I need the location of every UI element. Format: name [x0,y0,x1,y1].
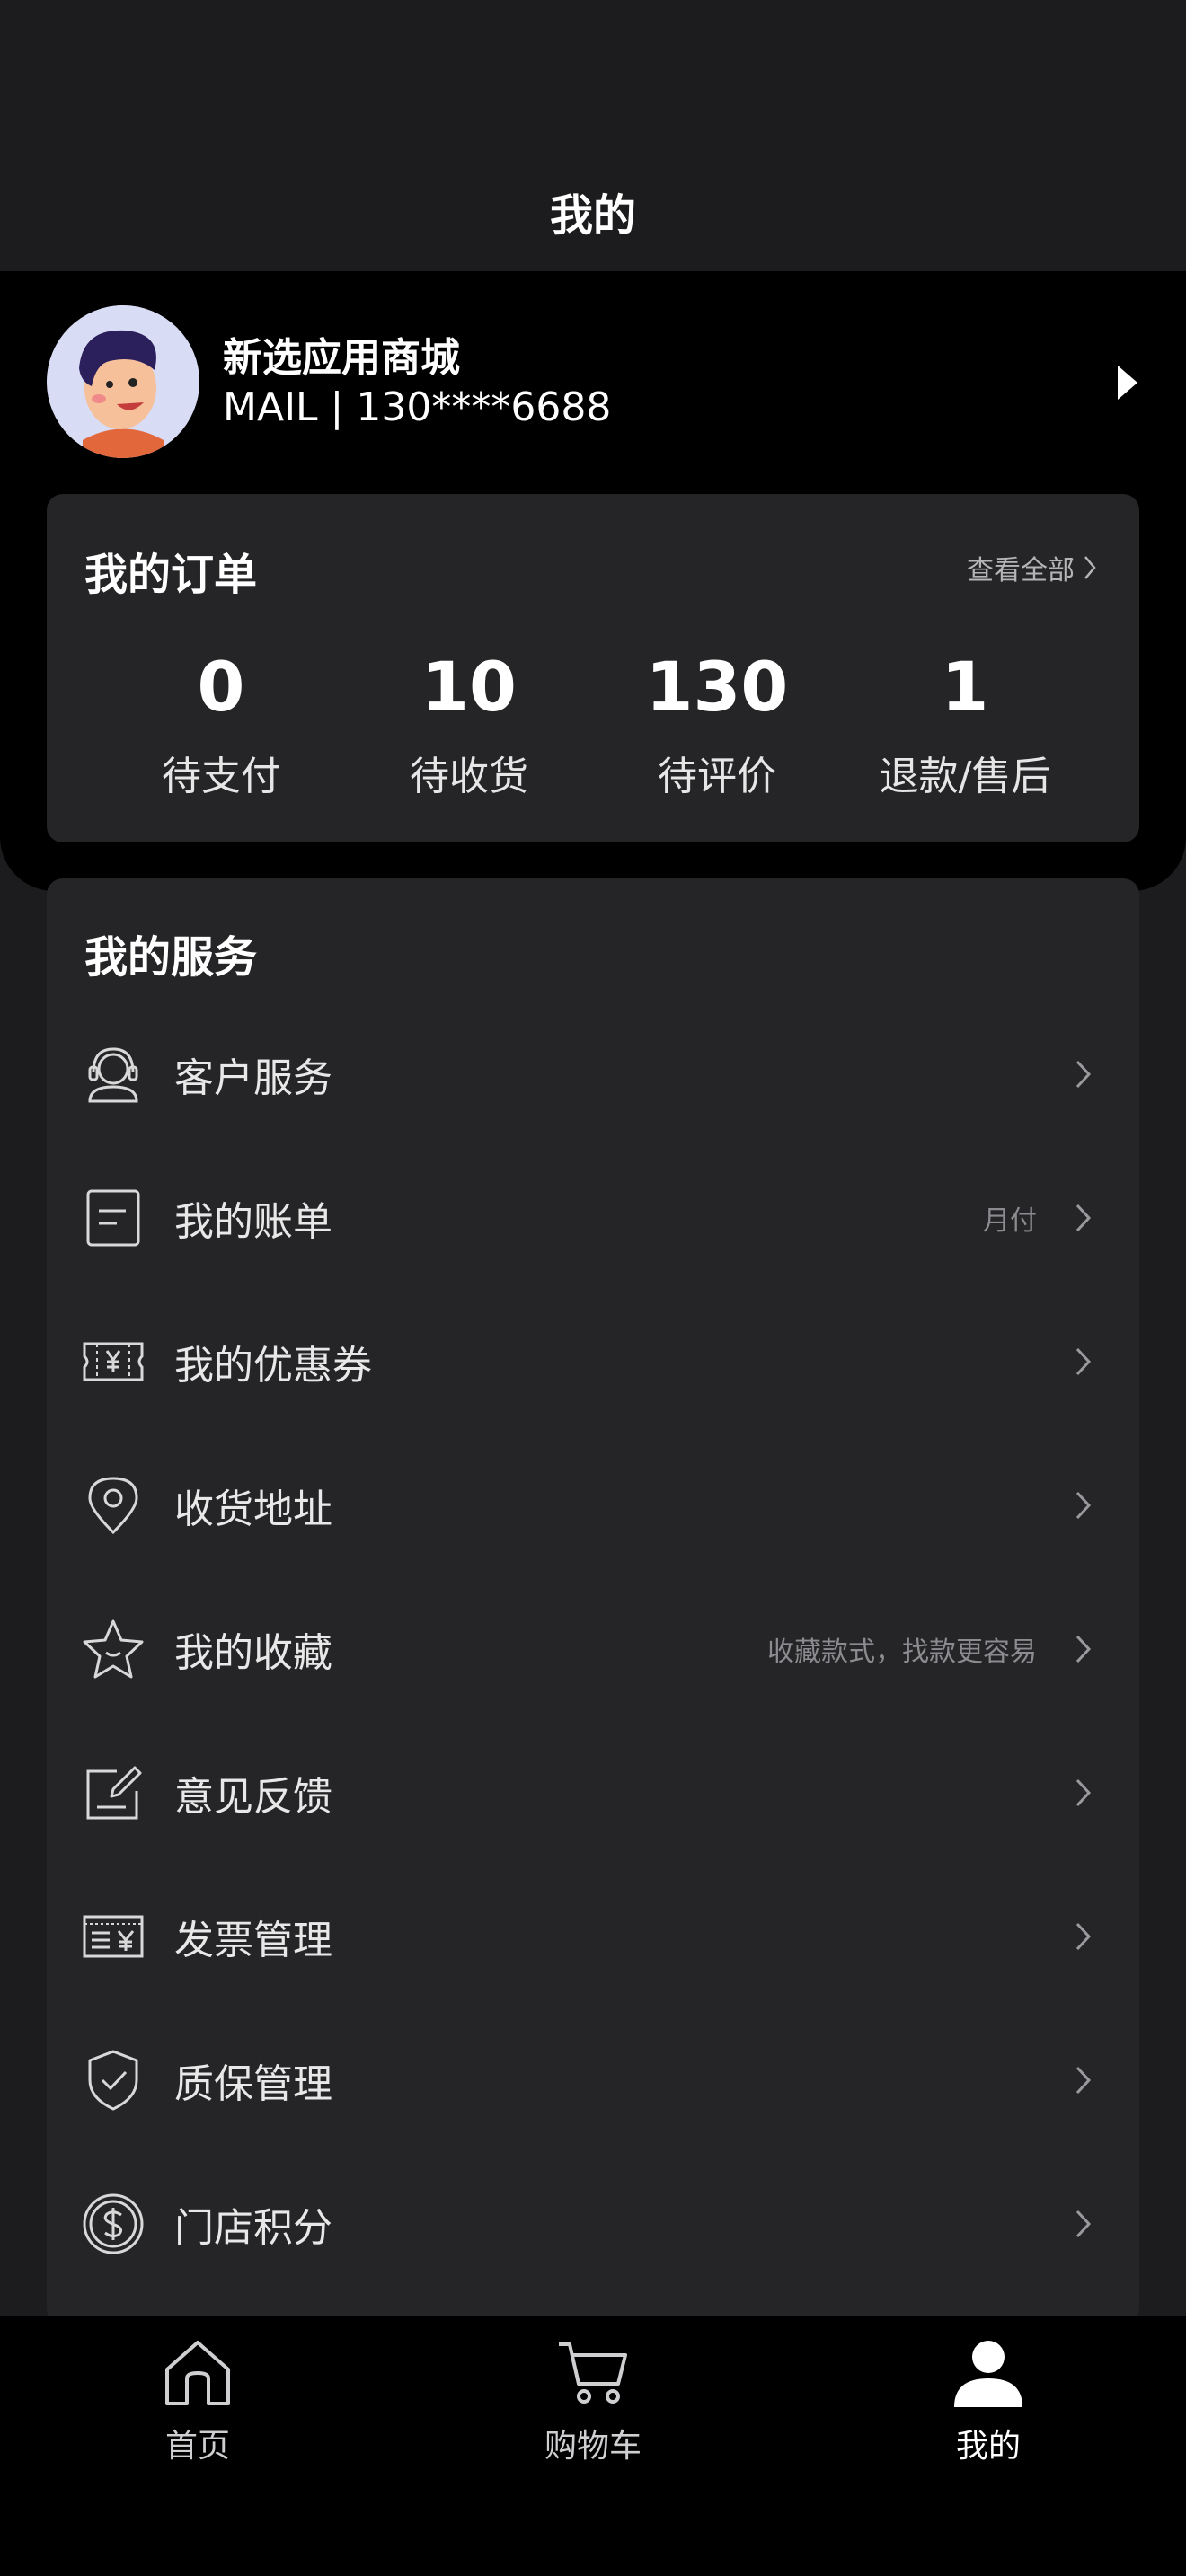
order-stat-refund[interactable]: 1 退款/售后 [841,647,1089,801]
chevron-right-icon [1075,1922,1092,1951]
service-item-invoice[interactable]: 发票管理 [47,1865,1139,2008]
service-item-warranty[interactable]: 质保管理 [47,2008,1139,2152]
order-stat-pending-review[interactable]: 130 待评价 [593,647,841,801]
tab-label: 我的 [955,2428,1021,2465]
service-label: 我的收藏 [174,1630,332,1676]
service-item-coupon[interactable]: 我的优惠券 [47,1290,1139,1434]
order-label: 退款/售后 [879,754,1051,799]
service-label: 收货地址 [174,1486,332,1532]
service-item-favorites[interactable]: 我的收藏 收藏款式，找款更容易 [47,1577,1139,1721]
chevron-right-icon [1075,1060,1092,1089]
service-label: 客户服务 [174,1055,332,1101]
view-all-orders-link[interactable]: 查看全部 [967,548,1096,587]
top-bar: 我的 [0,0,1186,271]
order-count: 10 [421,647,517,727]
home-icon [165,2341,230,2405]
order-count: 130 [645,647,789,727]
tab-label: 购物车 [544,2428,642,2465]
location-icon [88,1477,138,1535]
service-label: 我的优惠券 [174,1343,372,1389]
customer-service-icon [88,1047,138,1103]
chevron-right-icon [1075,1635,1092,1663]
chevron-right-icon [1075,2066,1092,2095]
user-account: MAIL | 130****6688 [223,384,612,430]
service-item-store-points[interactable]: 门店积分 [47,2152,1139,2296]
chevron-right-icon [1084,556,1096,579]
order-stat-pending-payment[interactable]: 0 待支付 [97,647,345,801]
order-label: 待支付 [162,754,280,799]
page-title: 我的 [549,190,636,241]
service-note: 月付 [983,1205,1037,1237]
star-icon [83,1619,144,1679]
chevron-right-icon [1075,1491,1092,1520]
tab-label: 首页 [164,2428,230,2465]
feedback-icon [86,1766,142,1820]
service-label: 发票管理 [174,1918,332,1963]
tab-mine[interactable]: 我的 [890,2335,1087,2466]
orders-title: 我的订单 [84,550,258,600]
service-item-feedback[interactable]: 意见反馈 [47,1721,1139,1865]
order-label: 待收货 [410,754,528,799]
chevron-right-icon [1075,1347,1092,1376]
user-icon [954,2341,1022,2407]
chevron-right-icon [1075,2210,1092,2238]
services-card: 我的服务 客户服务 我的账单 月付 我的优惠券 收货地址 我的收藏 收藏款式，找… [47,878,1139,2325]
points-icon [83,2193,144,2254]
service-note: 收藏款式，找款更容易 [767,1636,1037,1668]
view-all-label: 查看全部 [967,555,1075,587]
profile-arrow-icon[interactable] [1114,362,1141,403]
order-stat-pending-receipt[interactable]: 10 待收货 [345,647,593,801]
service-label: 门店积分 [174,2205,332,2251]
orders-card: 我的订单 查看全部 0 待支付 10 待收货 130 待评价 1 退款/售后 [47,494,1139,842]
user-name: 新选应用商城 [223,335,460,381]
tab-cart[interactable]: 购物车 [494,2335,692,2466]
bottom-tab-bar: 首页 购物车 我的 [0,2316,1186,2576]
tab-home[interactable]: 首页 [99,2335,296,2466]
cart-icon [559,2342,627,2404]
order-label: 待评价 [658,754,776,799]
chevron-right-icon [1075,1204,1092,1232]
avatar[interactable] [47,305,199,458]
order-count: 0 [197,647,245,727]
service-label: 质保管理 [174,2061,332,2107]
order-count: 1 [941,647,989,727]
invoice-icon [83,1915,144,1958]
bill-icon [86,1189,140,1247]
service-item-customer-service[interactable]: 客户服务 [47,1002,1139,1146]
shield-icon [88,2050,138,2111]
service-item-address[interactable]: 收货地址 [47,1434,1139,1577]
service-label: 意见反馈 [174,1774,332,1820]
services-title: 我的服务 [84,932,258,983]
service-label: 我的账单 [174,1199,332,1245]
chevron-right-icon [1075,1778,1092,1807]
service-item-bill[interactable]: 我的账单 月付 [47,1146,1139,1290]
coupon-icon [83,1342,144,1381]
